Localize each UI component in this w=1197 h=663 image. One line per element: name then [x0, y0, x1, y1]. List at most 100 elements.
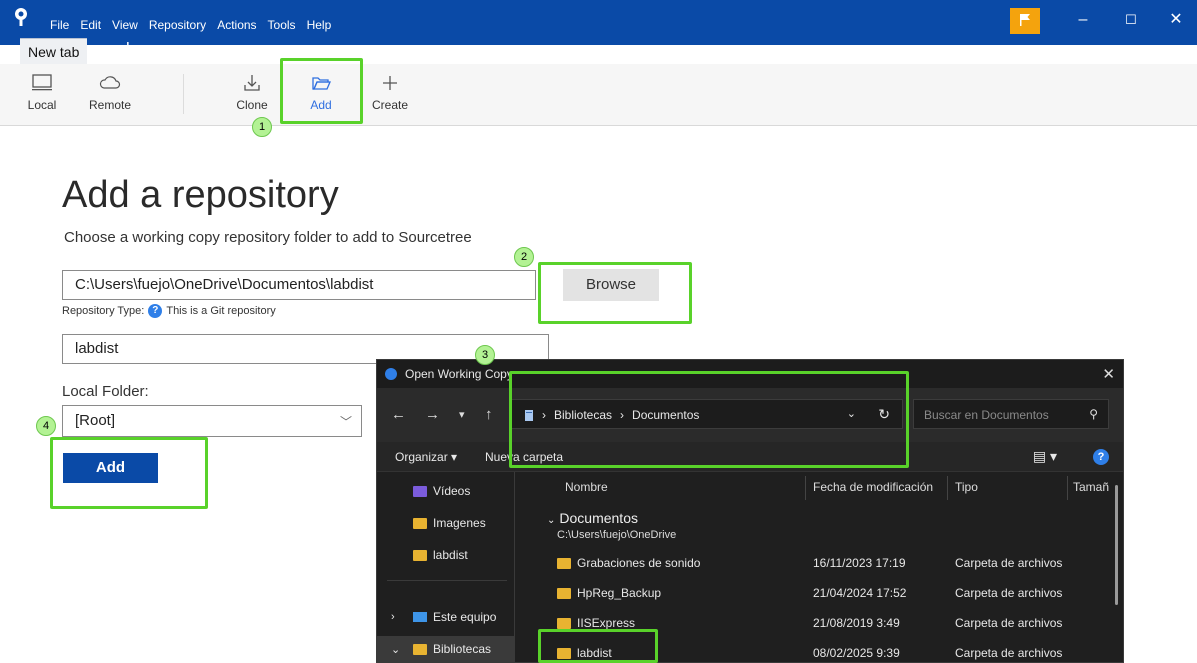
dialog-close-icon[interactable]: ✕ — [1102, 365, 1115, 383]
view-options-icon[interactable]: ▤ ▾ — [1033, 448, 1057, 465]
breadcrumb-bibliotecas[interactable]: Bibliotecas — [554, 408, 612, 422]
close-window-button[interactable]: ✕ — [1163, 7, 1189, 33]
remote-label: Remote — [88, 98, 132, 112]
column-separator — [805, 476, 806, 500]
repository-path-input[interactable]: C:\Users\fuejo\OneDrive\Documentos\labdi… — [62, 270, 536, 300]
browse-button[interactable]: Browse — [563, 269, 659, 301]
notification-flag-button[interactable] — [1010, 8, 1040, 34]
download-icon — [244, 75, 260, 91]
file-row[interactable]: HpReg_Backup 21/04/2024 17:52 Carpeta de… — [557, 586, 1087, 606]
add-button[interactable]: Add — [63, 453, 158, 483]
local-button[interactable]: Local — [12, 68, 72, 112]
tab-close-icon[interactable]: × — [96, 38, 112, 64]
cloud-icon — [99, 76, 121, 89]
file-date: 21/08/2019 3:49 — [813, 616, 900, 630]
column-header-date[interactable]: Fecha de modificación — [813, 480, 933, 494]
menu-view[interactable]: View — [112, 18, 138, 32]
file-name: labdist — [577, 646, 612, 660]
local-label: Local — [27, 98, 57, 112]
dialog-title: Open Working Copy — [405, 367, 513, 381]
menu-repository[interactable]: Repository — [149, 18, 206, 32]
group-header-documentos[interactable]: ⌄ Documentos — [547, 510, 638, 526]
up-arrow-icon[interactable]: ↑ — [485, 406, 493, 423]
breadcrumb-separator: › — [620, 408, 625, 422]
tab-new-tab[interactable]: New tab — [20, 38, 88, 64]
remote-button[interactable]: Remote — [80, 68, 140, 112]
title-bar: File Edit View Repository Actions Tools … — [0, 0, 1197, 45]
breadcrumb-separator: › — [542, 408, 546, 422]
chevron-down-icon[interactable]: ⌄ — [391, 643, 400, 656]
folder-icon — [413, 549, 427, 561]
add-tool-label: Add — [310, 98, 332, 112]
toolbar-divider — [183, 74, 184, 114]
file-name: IISExpress — [577, 616, 636, 630]
address-dropdown-icon[interactable]: ⌄ — [847, 407, 856, 420]
file-row-labdist[interactable]: labdist 08/02/2025 9:39 Carpeta de archi… — [557, 646, 1087, 662]
file-type: Carpeta de archivos — [955, 616, 1063, 630]
column-header-size[interactable]: Tamañ — [1073, 480, 1109, 494]
tab-list-chevron-icon[interactable]: ▼ — [152, 40, 162, 66]
file-row[interactable]: IISExpress 21/08/2019 3:49 Carpeta de ar… — [557, 616, 1087, 636]
dialog-navigation-row: ← → ▾ ↑ › Bibliotecas › Documentos ⌄ ↻ B… — [377, 388, 1123, 442]
clone-button[interactable]: Clone — [222, 68, 282, 112]
new-tab-plus-icon[interactable]: + — [122, 35, 134, 61]
organize-menu-button[interactable]: Organizar ▾ — [395, 450, 457, 464]
toolbar: Local Remote Clone Add Create — [0, 64, 1197, 126]
menu-file[interactable]: File — [50, 18, 69, 32]
menu-tools[interactable]: Tools — [268, 18, 296, 32]
local-folder-select[interactable]: [Root] ﹀ — [62, 405, 362, 437]
nav-item-this-pc[interactable]: › Este equipo — [391, 610, 497, 624]
folder-icon — [413, 643, 427, 655]
breadcrumb-documentos[interactable]: Documentos — [632, 408, 699, 422]
maximize-button[interactable]: ☐ — [1118, 7, 1144, 33]
file-list-pane: Nombre Fecha de modificación Tipo Tamañ … — [527, 472, 1117, 662]
dialog-command-bar: Organizar ▾ Nueva carpeta ▤ ▾ ? — [377, 442, 1123, 472]
local-folder-value: [Root] — [75, 412, 116, 429]
add-tool-button[interactable]: Add — [291, 68, 351, 112]
file-name: Grabaciones de sonido — [577, 556, 701, 570]
library-icon — [525, 409, 533, 421]
column-header-type[interactable]: Tipo — [955, 480, 978, 494]
address-bar[interactable]: › Bibliotecas › Documentos ⌄ ↻ — [511, 399, 903, 429]
help-icon[interactable]: ? — [1093, 449, 1109, 465]
menu-actions[interactable]: Actions — [217, 18, 256, 32]
refresh-icon[interactable]: ↻ — [878, 406, 890, 423]
nav-item-label: Imagenes — [433, 516, 486, 530]
sourcetree-small-logo-icon — [385, 368, 397, 380]
create-button[interactable]: Create — [360, 68, 420, 112]
monitor-icon — [32, 74, 52, 91]
create-label: Create — [371, 98, 409, 112]
nav-item-label: Este equipo — [433, 610, 497, 624]
step-badge-4: 4 — [36, 416, 56, 436]
nav-item-libraries[interactable]: ⌄ Bibliotecas — [391, 642, 491, 656]
question-icon: ? — [148, 304, 163, 318]
chevron-right-icon[interactable]: › — [391, 611, 395, 623]
back-arrow-icon[interactable]: ← — [391, 406, 406, 423]
forward-arrow-icon[interactable]: → — [425, 406, 440, 423]
search-input[interactable]: Buscar en Documentos ⚲ — [913, 399, 1109, 429]
menu-help[interactable]: Help — [307, 18, 332, 32]
file-list-scrollbar[interactable] — [1115, 485, 1118, 605]
file-row[interactable]: Grabaciones de sonido 16/11/2023 17:19 C… — [557, 556, 1087, 576]
minimize-button[interactable]: – — [1070, 7, 1096, 33]
chevron-down-icon: ⌄ — [547, 515, 556, 526]
repository-type-value: This is a Git repository — [166, 305, 276, 317]
nav-item-videos[interactable]: Vídeos — [413, 484, 470, 498]
sourcetree-logo-icon — [15, 8, 27, 26]
column-header-name[interactable]: Nombre — [565, 480, 608, 494]
nav-item-labdist[interactable]: labdist — [413, 548, 468, 562]
folder-icon — [557, 587, 571, 599]
recent-chevron-icon[interactable]: ▾ — [459, 408, 465, 421]
step-badge-2: 2 — [514, 247, 534, 267]
new-folder-button[interactable]: Nueva carpeta — [485, 450, 563, 464]
folder-icon — [557, 557, 571, 569]
plus-icon — [383, 76, 397, 90]
menu-edit[interactable]: Edit — [80, 18, 101, 32]
group-path: C:\Users\fuejo\OneDrive — [557, 529, 677, 541]
search-placeholder: Buscar en Documentos — [924, 408, 1049, 422]
search-icon: ⚲ — [1089, 407, 1098, 421]
nav-item-images[interactable]: Imagenes — [413, 516, 486, 530]
repository-type-label: Repository Type: — [62, 305, 145, 317]
step-badge-1: 1 — [252, 117, 272, 137]
organize-label: Organizar — [395, 450, 448, 464]
